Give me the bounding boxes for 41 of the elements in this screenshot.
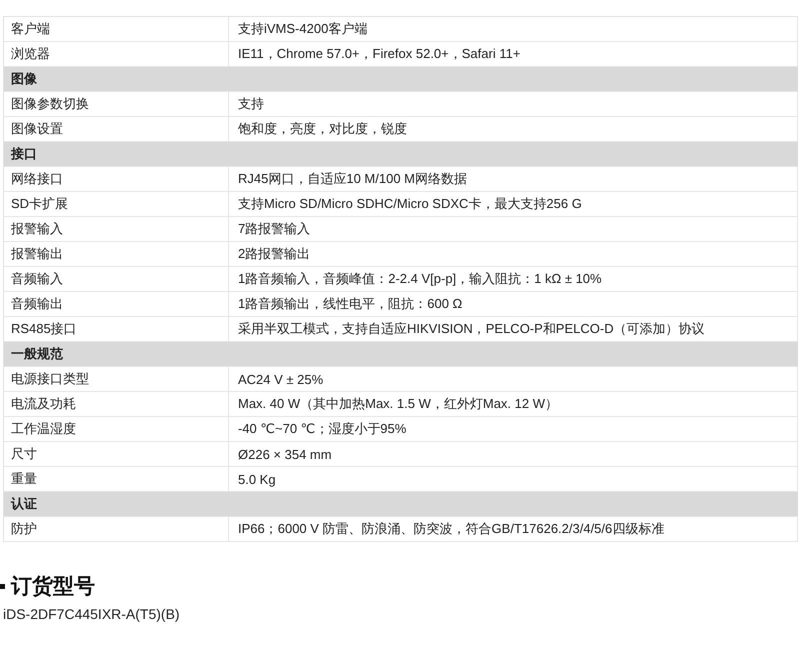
spec-value: 支持Micro SD/Micro SDHC/Micro SDXC卡，最大支持256 G — [229, 192, 798, 216]
spec-value: RJ45网口，自适应10 M/100 M网络数据 — [229, 167, 798, 191]
spec-label: RS485接口 — [4, 317, 229, 341]
spec-value: 饱和度，亮度，对比度，锐度 — [229, 117, 798, 141]
spec-label: 浏览器 — [4, 42, 229, 66]
spec-label: 图像设置 — [4, 117, 229, 141]
spec-label: SD卡扩展 — [4, 192, 229, 216]
spec-label: 音频输入 — [4, 267, 229, 291]
spec-label: 防护 — [4, 517, 229, 541]
spec-value: 支持iVMS-4200客户端 — [229, 17, 798, 41]
spec-label: 音频输出 — [4, 292, 229, 316]
spec-value: IP66；6000 V 防雷、防浪涌、防突波，符合GB/T17626.2/3/4/5/6四级标准 — [229, 517, 798, 541]
bullet-icon — [0, 584, 5, 588]
section-heading: 订货型号 — [11, 574, 95, 600]
spec-value: Max. 40 W（其中加热Max. 1.5 W，红外灯Max. 12 W） — [229, 392, 798, 416]
spec-value: 1路音频输入，音频峰值：2-2.4 V[p-p]，输入阻抗：1 kΩ ± 10% — [229, 267, 798, 291]
section-header: 图像 — [4, 67, 798, 92]
spec-value: IE11，Chrome 57.0+，Firefox 52.0+，Safari 11+ — [229, 42, 798, 66]
spec-label: 工作温湿度 — [4, 417, 229, 441]
spec-value: AC24 V ± 25% — [229, 367, 798, 391]
spec-value: 5.0 Kg — [229, 467, 798, 491]
spec-label: 客户端 — [4, 17, 229, 41]
spec-label: 电流及功耗 — [4, 392, 229, 416]
spec-value: 采用半双工模式，支持自适应HIKVISION，PELCO-P和PELCO-D（可添加）协议 — [229, 317, 798, 341]
section-header: 接口 — [4, 142, 798, 167]
spec-label: 网络接口 — [4, 167, 229, 191]
section-header: 一般规范 — [4, 342, 798, 367]
spec-label: 重量 — [4, 467, 229, 491]
spec-label: 图像参数切换 — [4, 92, 229, 116]
spec-value: -40 ℃~70 ℃；湿度小于95% — [229, 417, 798, 441]
spec-label: 电源接口类型 — [4, 367, 229, 391]
spec-value: 2路报警输出 — [229, 242, 798, 266]
spec-value: Ø226 × 354 mm — [229, 442, 798, 466]
section-header: 认证 — [4, 492, 798, 517]
spec-value: 7路报警输入 — [229, 217, 798, 241]
spec-label: 报警输出 — [4, 242, 229, 266]
spec-label: 尺寸 — [4, 442, 229, 466]
spec-label: 报警输入 — [4, 217, 229, 241]
spec-value: 支持 — [229, 92, 798, 116]
spec-value: 1路音频输出，线性电平，阻抗：600 Ω — [229, 292, 798, 316]
model-number: iDS-2DF7C445IXR-A(T5)(B) — [3, 606, 181, 622]
